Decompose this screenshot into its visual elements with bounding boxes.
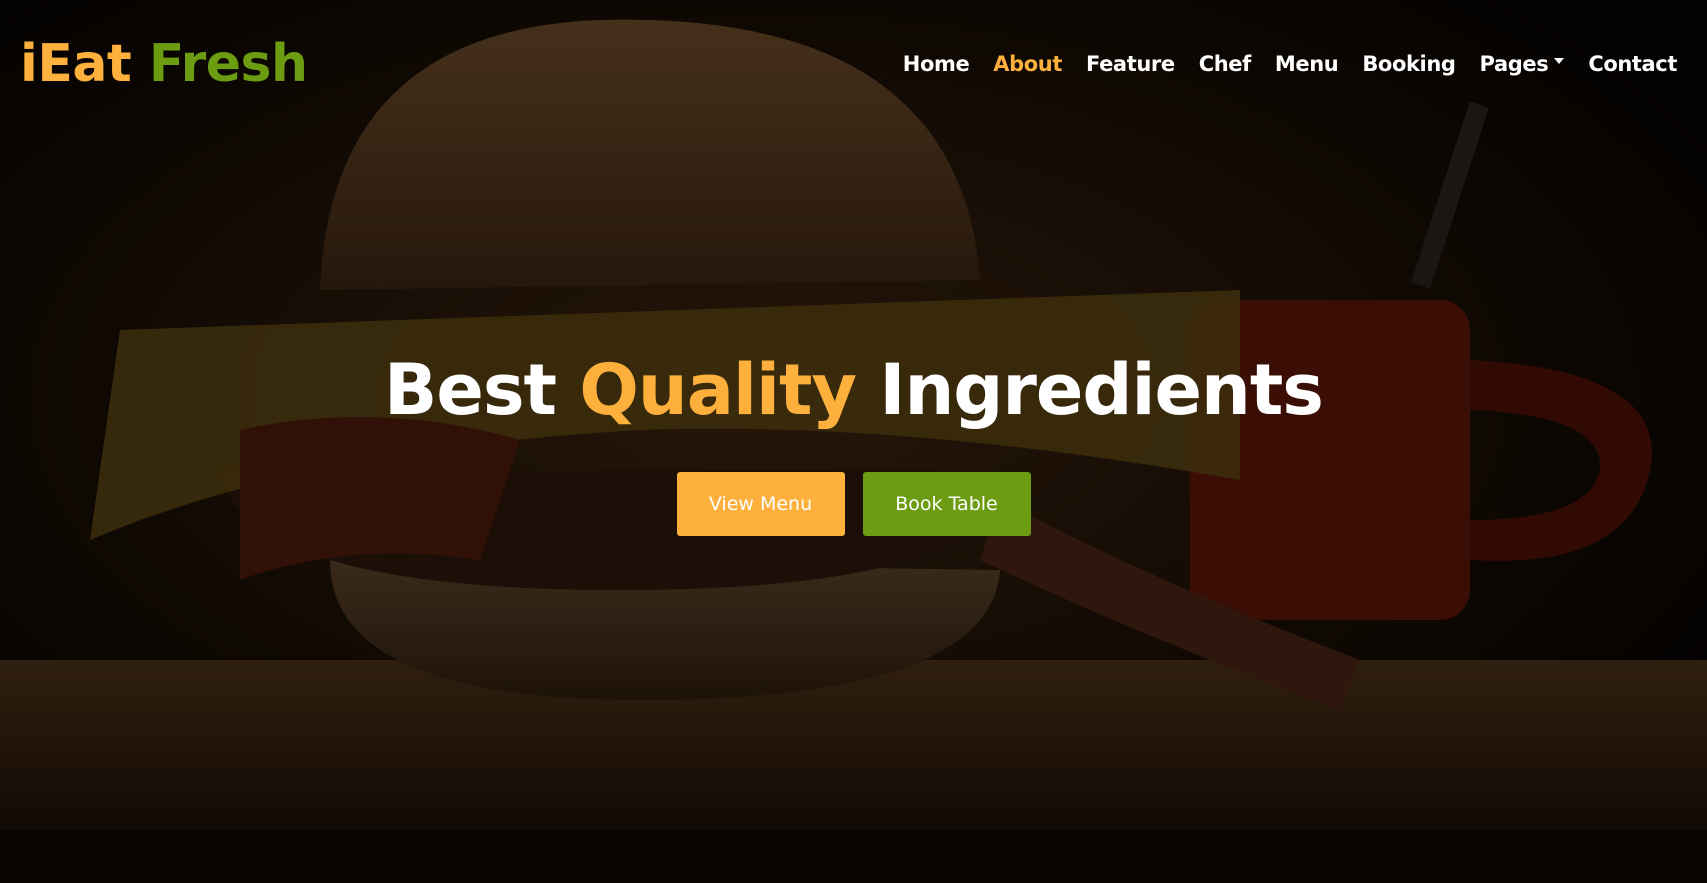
hero-headline: Best Quality Ingredients: [0, 348, 1707, 432]
nav-item-about[interactable]: About: [993, 48, 1062, 80]
nav-item-pages-label: Pages: [1479, 52, 1549, 76]
brand-logo[interactable]: iEat Fresh: [20, 30, 308, 98]
caret-down-icon: [1554, 58, 1565, 64]
nav-item-pages-dropdown[interactable]: Pages: [1480, 48, 1565, 80]
nav-item-feature[interactable]: Feature: [1086, 48, 1175, 80]
hero-cta-group: View Menu Book Table: [0, 472, 1707, 536]
nav-item-menu[interactable]: Menu: [1275, 48, 1339, 80]
headline-part-2: Ingredients: [879, 349, 1324, 431]
headline-part-1: Best: [384, 349, 557, 431]
nav-item-chef[interactable]: Chef: [1199, 48, 1252, 80]
main-nav: Home About Feature Chef Menu Booking Pag…: [879, 48, 1678, 80]
nav-item-home[interactable]: Home: [903, 48, 970, 80]
hero-section: iEat Fresh Home About Feature Chef Menu …: [0, 0, 1707, 883]
nav-item-booking[interactable]: Booking: [1362, 48, 1456, 80]
view-menu-button[interactable]: View Menu: [676, 472, 845, 536]
headline-accent: Quality: [579, 349, 857, 431]
nav-item-contact[interactable]: Contact: [1588, 48, 1677, 80]
hero-background-image: [0, 0, 1707, 883]
brand-name-part-1: iEat: [20, 34, 132, 94]
brand-name-part-2: Fresh: [148, 34, 308, 94]
navbar: iEat Fresh Home About Feature Chef Menu …: [0, 0, 1707, 130]
book-table-button[interactable]: Book Table: [862, 472, 1031, 536]
